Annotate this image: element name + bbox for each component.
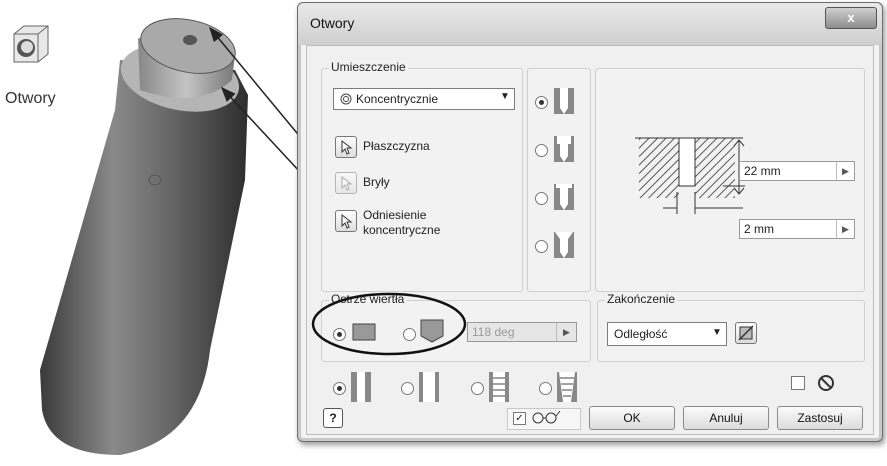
taper-tapped-hole-icon: [555, 370, 579, 407]
close-button[interactable]: x: [825, 7, 877, 29]
chevron-down-icon: ▼: [500, 91, 510, 102]
plane-select-label: Płaszczyzna: [363, 139, 430, 153]
termination-dropdown[interactable]: Odległość ▼: [607, 322, 727, 346]
hole-type-counterbore-radio[interactable]: [535, 144, 548, 157]
infer-checkbox[interactable]: [791, 376, 805, 390]
hole-tool-icon[interactable]: [12, 24, 50, 70]
dialog-title: Otwory: [310, 15, 355, 31]
clearance-hole-icon: [417, 370, 441, 407]
hole-clearance-radio[interactable]: [401, 382, 414, 395]
hole-taper-tapped-radio[interactable]: [539, 382, 552, 395]
caret-right-icon[interactable]: ▶: [836, 220, 854, 238]
caret-right-icon[interactable]: ▶: [556, 323, 576, 341]
counterbore-hole-icon: [551, 134, 577, 167]
placement-type-dropdown[interactable]: Koncentrycznie ▼: [333, 88, 515, 110]
hole-tool-label: Otwory: [5, 90, 56, 107]
glasses-icon: [531, 409, 561, 428]
preview-checkbox[interactable]: ✓: [513, 412, 526, 425]
flip-direction-button[interactable]: [735, 322, 757, 344]
placement-group-label: Umieszczenie: [329, 60, 408, 74]
placement-type-value: Koncentrycznie: [356, 92, 439, 106]
drill-angle-value: 118 deg: [472, 325, 515, 339]
termination-value: Odległość: [614, 327, 668, 341]
solids-select-button[interactable]: [335, 172, 357, 194]
countersink-hole-icon: [551, 230, 577, 263]
simple-hole-icon: [349, 370, 373, 407]
diameter-input[interactable]: 2 mm ▶: [739, 219, 855, 239]
cancel-button[interactable]: Anuluj: [683, 406, 769, 430]
dialog-body: Umieszczenie Koncentrycznie ▼ Płaszczyzn…: [306, 45, 874, 435]
drill-angle-input[interactable]: 118 deg ▶: [467, 322, 577, 342]
depth-value: 22 mm: [744, 164, 781, 178]
hole-type-drilled-radio[interactable]: [535, 96, 548, 109]
solids-select-label: Bryły: [363, 175, 390, 189]
dialog-titlebar[interactable]: [298, 3, 882, 45]
help-button[interactable]: ?: [323, 408, 343, 428]
termination-group-label: Zakończenie: [605, 292, 678, 306]
concentric-reference-select-label: Odniesienie koncentryczne: [363, 208, 441, 237]
ok-button[interactable]: OK: [589, 406, 675, 430]
hole-type-countersink-radio[interactable]: [535, 240, 548, 253]
hole-simple-radio[interactable]: [333, 382, 346, 395]
chevron-down-icon: ▼: [712, 327, 722, 338]
no-inference-icon: [817, 374, 835, 395]
hole-tapped-radio[interactable]: [471, 382, 484, 395]
plane-select-button[interactable]: [335, 136, 357, 158]
apply-button[interactable]: Zastosuj: [777, 406, 863, 430]
highlight-ellipse: [311, 292, 467, 356]
concentric-icon: [340, 93, 352, 108]
caret-right-icon[interactable]: ▶: [836, 162, 854, 180]
depth-input[interactable]: 22 mm ▶: [739, 161, 855, 181]
concentric-reference-select-button[interactable]: [335, 210, 357, 232]
spotface-hole-icon: [551, 182, 577, 215]
tapped-hole-icon: [487, 370, 511, 407]
hole-type-spotface-radio[interactable]: [535, 192, 548, 205]
drilled-hole-icon: [551, 86, 577, 119]
diameter-value: 2 mm: [744, 222, 774, 236]
holes-dialog: Otwory x Umieszczenie Koncentrycznie ▼ P…: [297, 2, 883, 442]
